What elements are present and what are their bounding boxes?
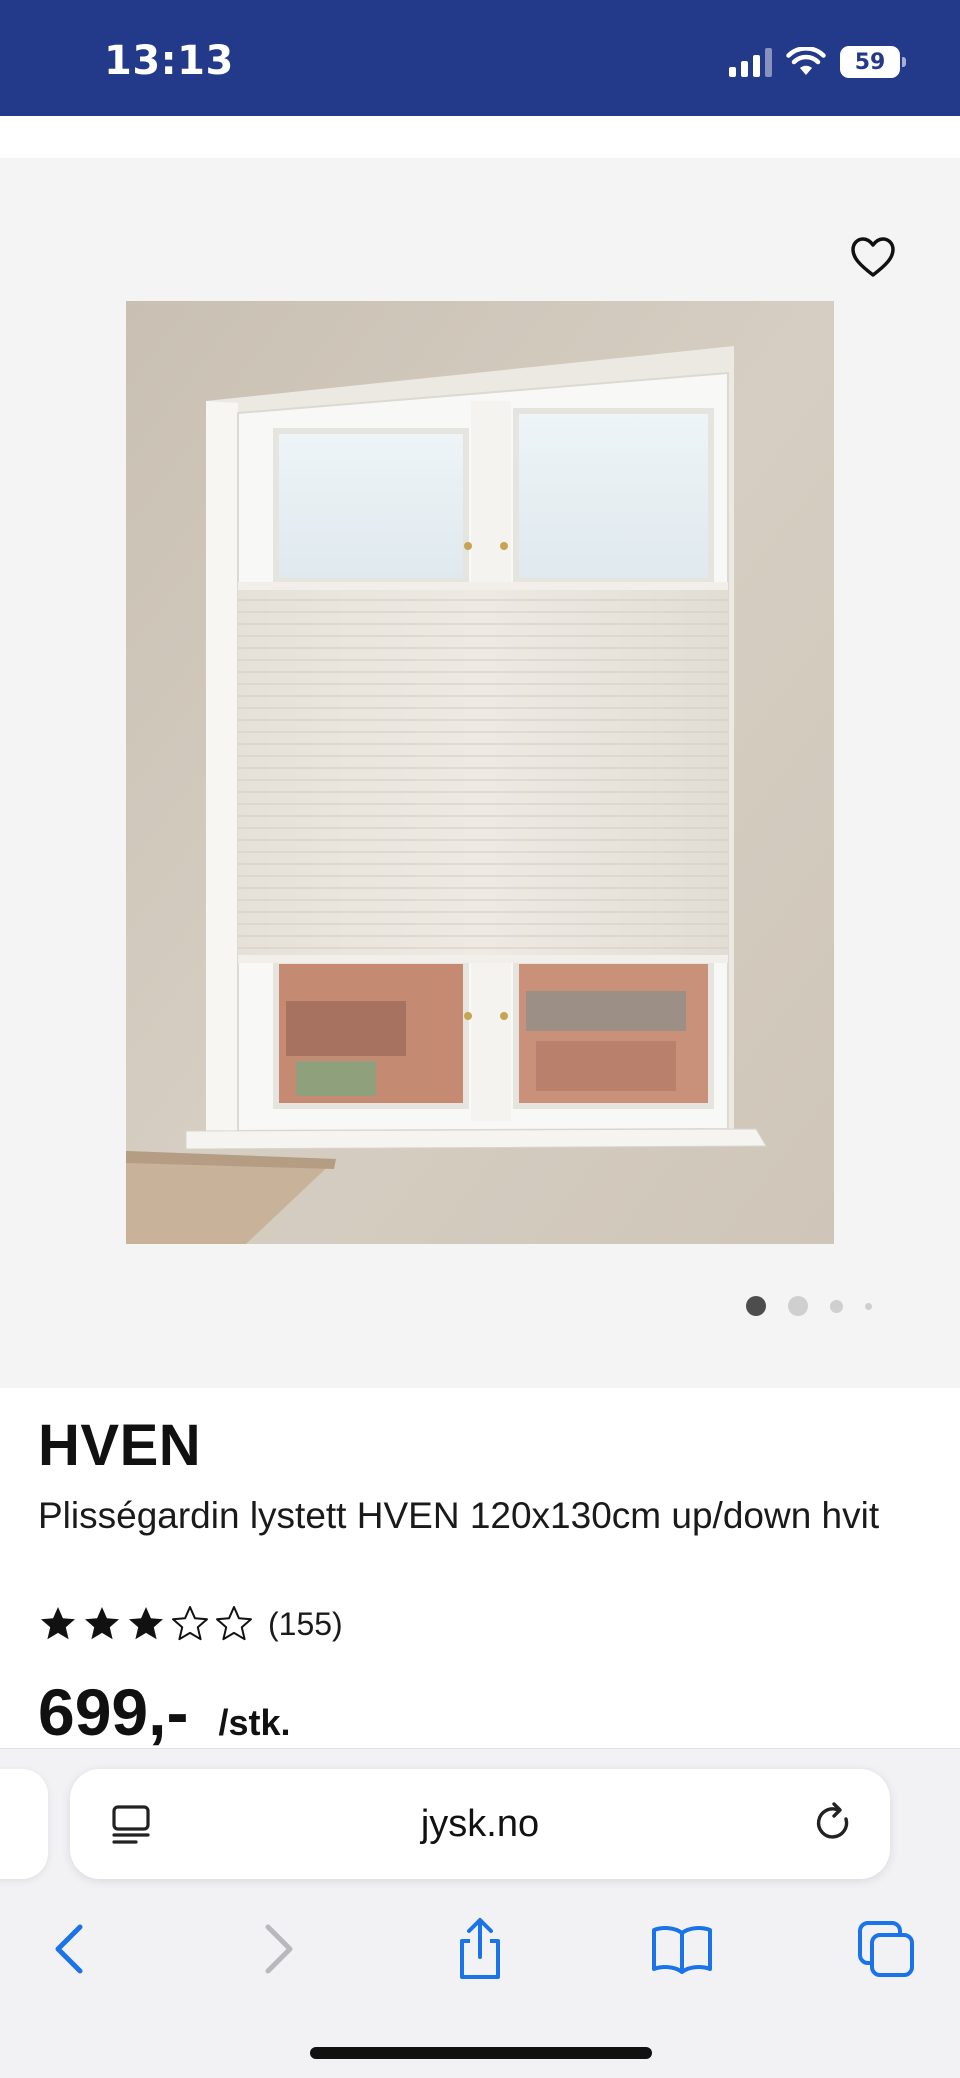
review-count[interactable]: (155) [268, 1606, 343, 1643]
tabs-icon [858, 1921, 914, 1977]
status-time: 13:13 [104, 38, 234, 84]
home-indicator[interactable] [310, 2047, 652, 2059]
wifi-icon [786, 47, 826, 75]
product-name: Plisségardin lystett HVEN 120x130cm up/d… [38, 1495, 880, 1536]
reload-icon[interactable] [812, 1801, 856, 1845]
scrolled-content-strip [0, 116, 960, 158]
window-blind-photo [126, 301, 834, 1244]
status-bar: 13:13 59 [0, 0, 960, 116]
star-filled-icon [85, 1607, 119, 1640]
heart-outline-icon [851, 237, 895, 277]
previous-tab-peek[interactable] [0, 1769, 48, 1879]
product-rating[interactable]: (155) [38, 1604, 343, 1644]
product-info: HVEN Plisségardin lystett HVEN 120x130cm… [0, 1388, 960, 1750]
price-unit: /stk. [218, 1702, 291, 1743]
product-brand: HVEN [38, 1413, 202, 1478]
star-filled-icon [41, 1607, 75, 1640]
price-row: 699,- /stk. [38, 1674, 290, 1750]
address-bar[interactable]: jysk.no [70, 1769, 890, 1879]
favorite-button[interactable] [846, 230, 900, 284]
pager-dot[interactable] [830, 1299, 843, 1313]
battery-indicator: 59 [840, 46, 906, 78]
product-price: 699,- [38, 1675, 189, 1749]
pager-dot[interactable] [865, 1302, 872, 1310]
star-empty-icon [172, 1606, 208, 1641]
bookmarks-button[interactable] [642, 1909, 722, 1989]
forward-button[interactable] [238, 1909, 318, 1989]
browser-bottom-bar: jysk.no [0, 1748, 960, 2078]
bookmarks-icon [652, 1926, 712, 1974]
browser-toolbar [0, 1909, 960, 2009]
image-pager-dots[interactable] [746, 1296, 872, 1316]
star-filled-icon [129, 1607, 163, 1640]
product-gallery[interactable] [0, 158, 960, 1388]
pager-dot[interactable] [788, 1296, 808, 1316]
star-empty-icon [216, 1606, 252, 1641]
back-icon [55, 1924, 83, 1974]
battery-level: 59 [854, 49, 886, 75]
share-icon [460, 1918, 500, 1979]
back-button[interactable] [30, 1909, 110, 1989]
url-text[interactable]: jysk.no [70, 1803, 890, 1846]
cellular-signal-icon [729, 47, 772, 77]
pager-dot-active[interactable] [746, 1296, 766, 1316]
status-icons: 59 [729, 44, 906, 80]
tabs-button[interactable] [846, 1909, 926, 1989]
product-image[interactable] [126, 301, 834, 1244]
forward-icon [265, 1924, 293, 1974]
share-button[interactable] [440, 1909, 520, 1989]
rating-stars [38, 1604, 254, 1644]
